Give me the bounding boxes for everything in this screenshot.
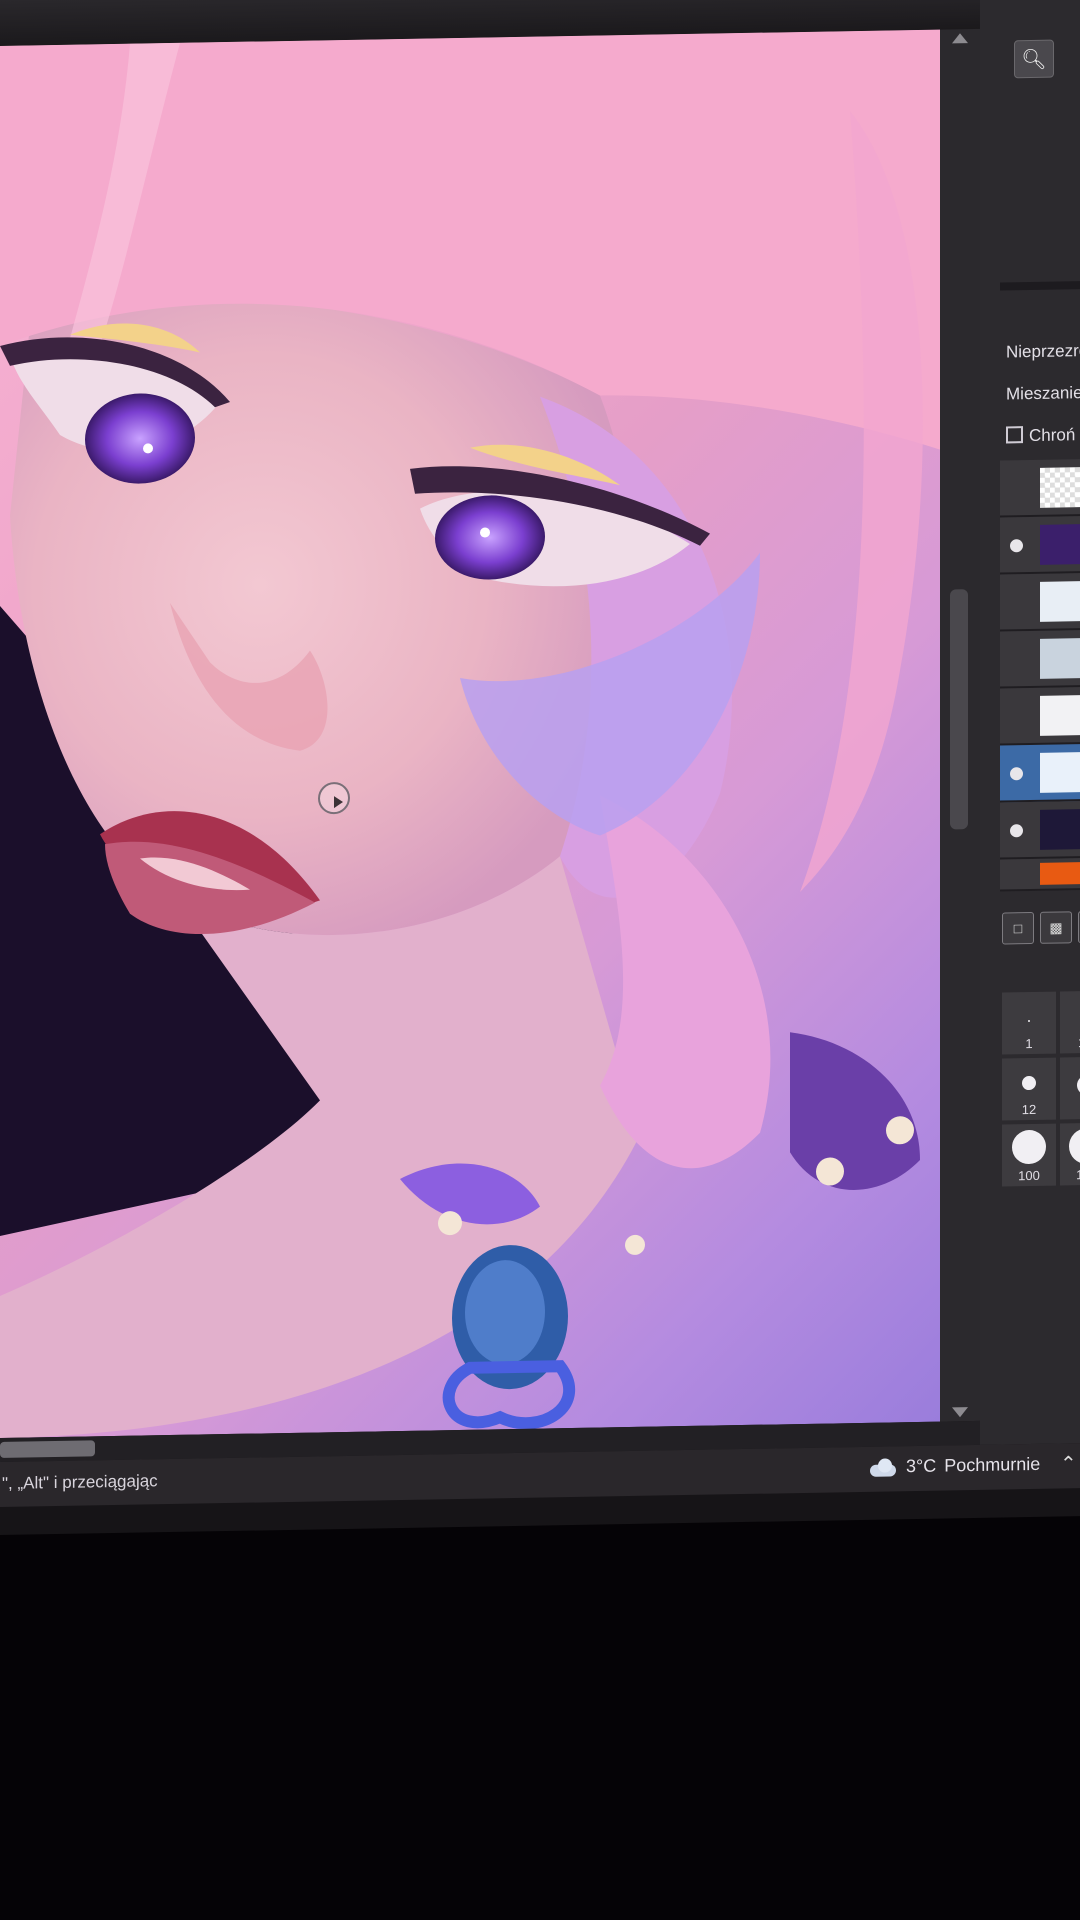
layer-thumbnail: [1040, 638, 1080, 679]
chevron-up-icon[interactable]: ⌃: [1060, 1451, 1077, 1476]
layers-panel: 🔍︎ Nieprzezro Mieszanie Chroń □ ▩ 1 1.5 …: [980, 0, 1080, 1445]
color-swatch: [1040, 862, 1080, 885]
brush-size-option[interactable]: 1: [1002, 991, 1056, 1055]
vertical-scroll-thumb[interactable]: [950, 589, 968, 830]
layer-thumbnail: [1040, 752, 1080, 793]
layer-row[interactable]: [1000, 573, 1080, 632]
weather-description: Pochmurnie: [944, 1453, 1041, 1476]
blend-mode-label: Mieszanie: [1006, 383, 1080, 404]
layer-thumbnail: [1040, 467, 1080, 508]
cloud-icon: [868, 1458, 898, 1477]
layer-thumbnail: [1040, 524, 1080, 565]
status-hint-text: ", „Alt" i przeciągając: [2, 1471, 158, 1493]
eye-icon[interactable]: [1010, 539, 1023, 553]
artwork-portrait: [0, 29, 940, 1438]
eye-icon[interactable]: [1010, 767, 1023, 781]
color-swatch-layer[interactable]: [1000, 858, 1080, 892]
layer-thumbnail: [1040, 695, 1080, 736]
brush-size-option[interactable]: 150: [1060, 1122, 1080, 1186]
layer-row[interactable]: [1000, 630, 1080, 689]
layer-row[interactable]: [1000, 687, 1080, 746]
brush-size-palette: 1 1.5 12 15 100 150: [1002, 990, 1080, 1187]
weather-widget[interactable]: 3°C Pochmurnie: [868, 1454, 1040, 1478]
copy-layer-icon[interactable]: ▩: [1040, 911, 1072, 944]
vertical-scrollbar[interactable]: [940, 28, 980, 1422]
eye-icon[interactable]: [1010, 824, 1023, 838]
brush-size-option[interactable]: 100: [1002, 1123, 1056, 1187]
checkbox-box[interactable]: [1006, 426, 1023, 444]
scroll-up-icon[interactable]: [952, 33, 968, 44]
layer-thumbnail: [1040, 581, 1080, 622]
brush-size-option[interactable]: 15: [1060, 1056, 1080, 1120]
layers-list: [1000, 459, 1080, 892]
layer-row-selected[interactable]: [1000, 744, 1080, 803]
layer-row[interactable]: [1000, 459, 1080, 518]
protect-alpha-checkbox[interactable]: Chroń: [1006, 425, 1075, 446]
brush-size-option[interactable]: 12: [1002, 1057, 1056, 1121]
drawing-canvas[interactable]: [0, 29, 940, 1438]
brush-size-option[interactable]: 1.5: [1060, 990, 1080, 1054]
weather-temperature: 3°C: [906, 1455, 937, 1477]
layer-row[interactable]: [1000, 801, 1080, 860]
monitor-screen: 🔍︎ Nieprzezro Mieszanie Chroń □ ▩ 1 1.5 …: [0, 0, 1080, 1535]
panel-divider: [1000, 281, 1080, 291]
horizontal-scroll-thumb[interactable]: [0, 1440, 95, 1458]
scroll-down-icon[interactable]: [952, 1407, 968, 1418]
layer-thumbnail: [1040, 809, 1080, 850]
layer-buttons: □ ▩ ↥: [1002, 910, 1080, 945]
protect-label: Chroń: [1029, 425, 1076, 446]
new-layer-icon[interactable]: □: [1002, 911, 1034, 945]
opacity-label: Nieprzezro: [1006, 341, 1080, 362]
layer-row[interactable]: [1000, 516, 1080, 575]
zoom-icon[interactable]: 🔍︎: [1014, 39, 1054, 79]
